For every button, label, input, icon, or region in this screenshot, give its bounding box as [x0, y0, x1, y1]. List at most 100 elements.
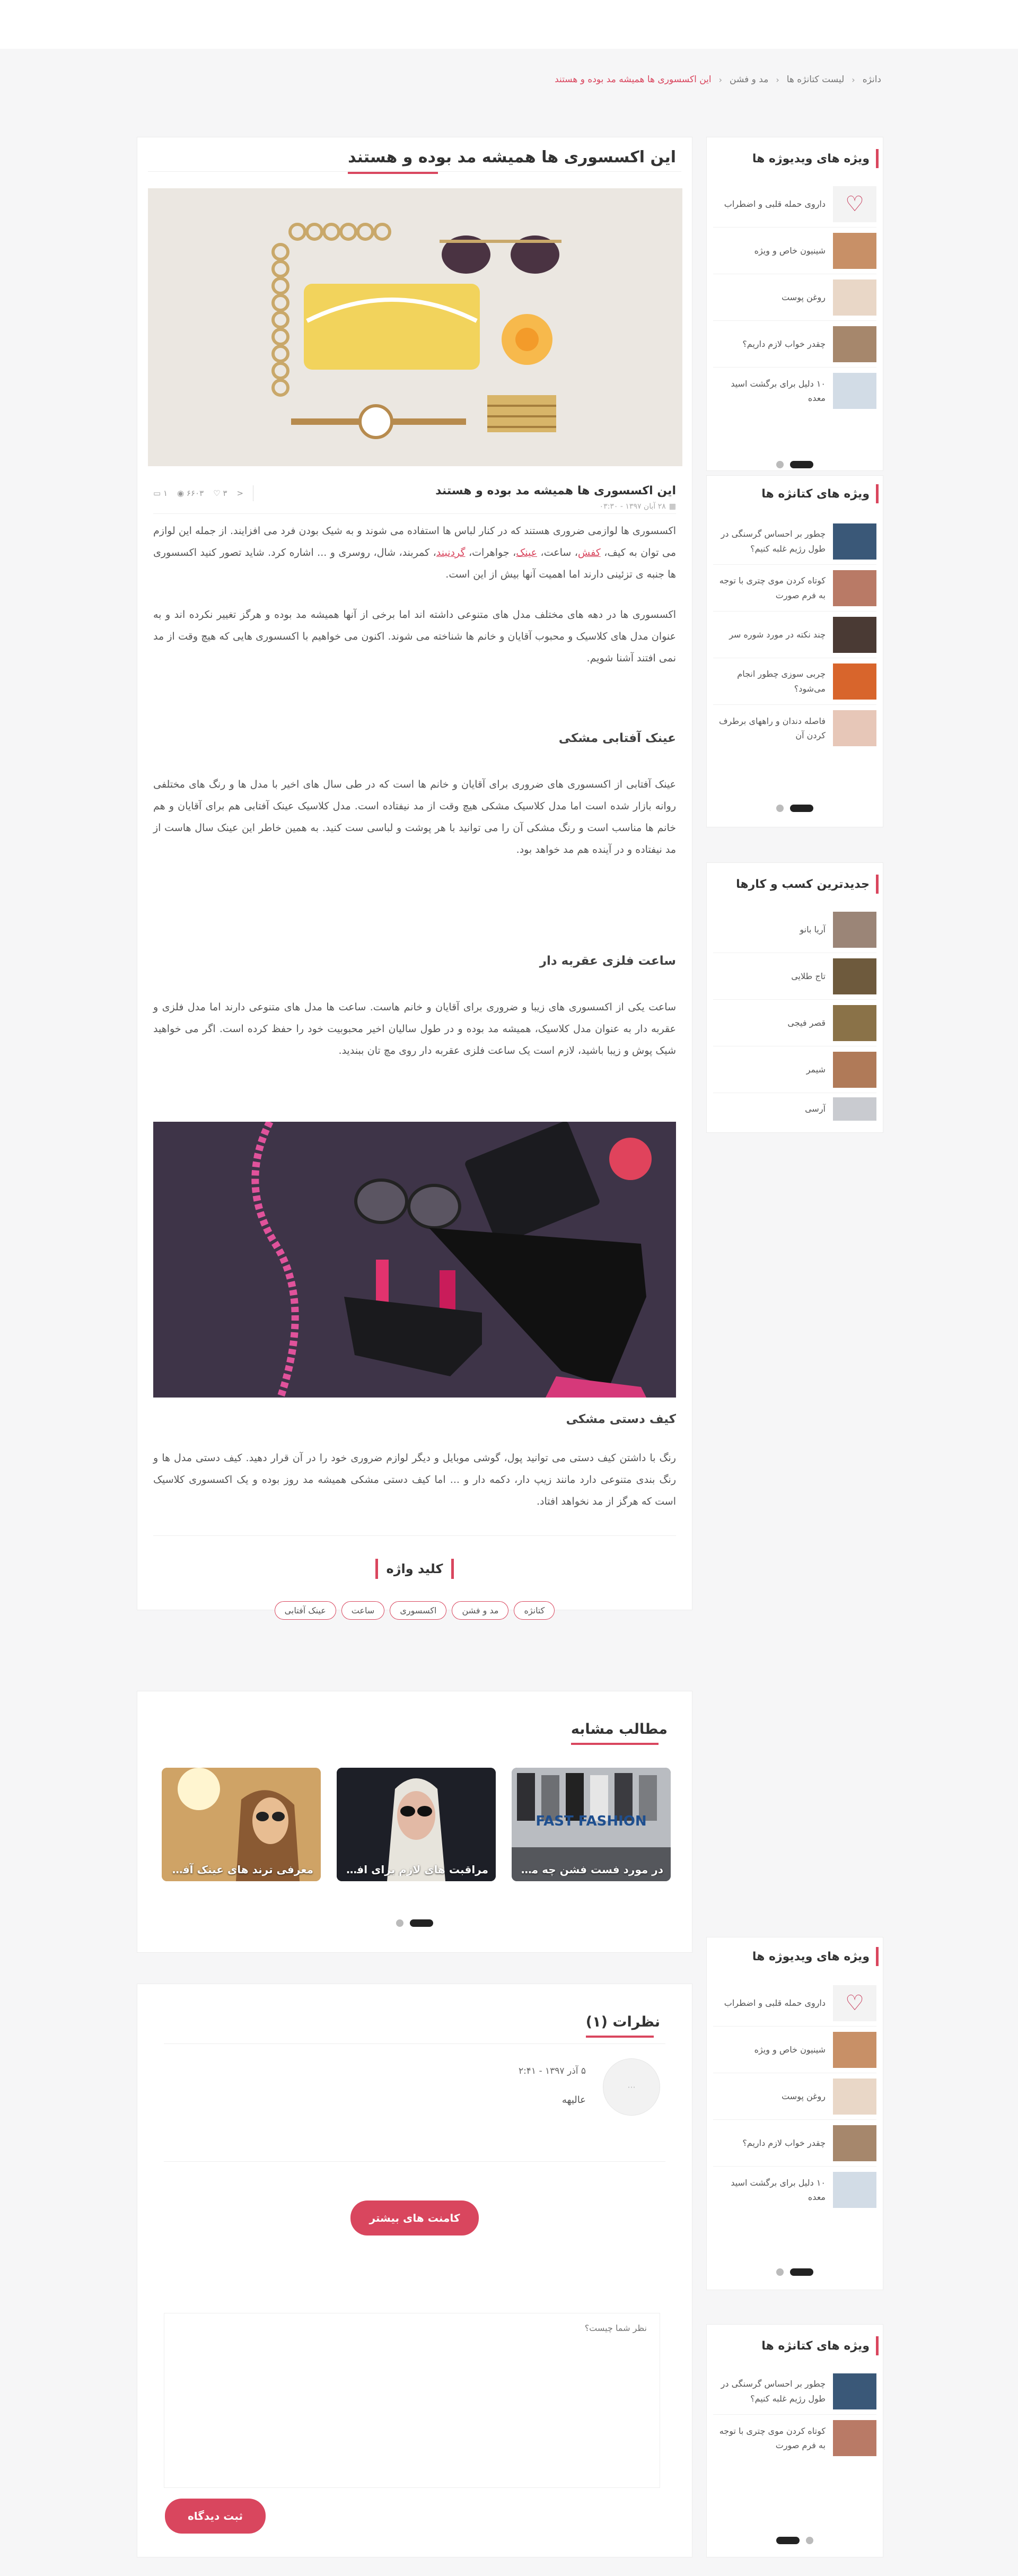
link-glasses[interactable]: عینک	[516, 547, 537, 558]
carousel-dot-active[interactable]	[790, 2268, 813, 2276]
views: ۶۶۰۳ ◉	[177, 488, 204, 498]
views-count: ۶۶۰۳	[186, 488, 204, 498]
sidebar-item[interactable]: چند نکته در مورد شوره سر	[713, 612, 876, 658]
share-icon[interactable]: <	[236, 488, 243, 498]
sidebar-item-label: چطور بر احساس گرسنگی در طول رژیم غلبه کن…	[721, 529, 826, 554]
sidebar-item-label: آرسی	[805, 1104, 826, 1114]
link-necklace[interactable]: گردنبند	[436, 547, 466, 558]
paragraph: عینک آفتابی از اکسسوری های ضروری برای آق…	[153, 779, 676, 855]
article-meta: این اکسسوری ها همیشه مد بوده و هستند ▦ ۲…	[153, 482, 676, 514]
heart-icon: ♡	[213, 488, 221, 498]
sidebar-item-label: کوتاه کردن موی چتری با توجه به فرم صورت	[719, 575, 826, 600]
carousel-dot[interactable]	[776, 805, 784, 812]
likes[interactable]: ۳ ♡	[213, 488, 227, 498]
related-item-title: معرفی ترند های عینک آفتا...	[169, 1863, 313, 1876]
related-item[interactable]: مراقبت های لازم برای افزای...	[337, 1768, 496, 1881]
carousel-dot-active[interactable]	[410, 1919, 433, 1927]
breadcrumb-home[interactable]: دانژه	[863, 74, 881, 85]
paragraph: رنگ با داشتن کیف دستی می توانید پول، گوش…	[153, 1452, 676, 1507]
paragraph-text: ، جواهرات،	[465, 546, 516, 558]
sidebar-item[interactable]: کوتاه کردن موی چتری با توجه به فرم صورت	[713, 565, 876, 612]
related-item[interactable]: معرفی ترند های عینک آفتا...	[162, 1768, 321, 1881]
carousel-dot-active[interactable]	[790, 461, 813, 468]
sidebar-item[interactable]: شیمر	[713, 1046, 876, 1093]
carousel-dot[interactable]	[776, 461, 784, 468]
thumbnail	[833, 326, 876, 362]
carousel-dot[interactable]	[806, 2537, 813, 2544]
sidebar-list: ♡ داروی حمله قلبی و اضطراب شینیون خاص و …	[713, 1980, 876, 2213]
carousel-dot[interactable]	[776, 2268, 784, 2276]
sidebar-item[interactable]: تاج طلایی	[713, 953, 876, 1000]
submit-comment-button[interactable]: ثبت دیدگاه	[165, 2499, 266, 2534]
title-underline	[571, 1743, 659, 1745]
sidebar-title: ویژه های ویدیوژه ها	[752, 149, 879, 168]
meta-stats: < ۳ ♡ ۶۶۰۳ ◉ ۱ ▭	[153, 485, 254, 501]
sidebar-item[interactable]: ۱۰ دلیل برای برگشت اسید معده	[713, 2167, 876, 2213]
article-card: این اکسسوری ها همیشه مد بوده و هستند این…	[137, 137, 692, 1620]
thumbnail	[833, 958, 876, 994]
more-comments-button[interactable]: کامنت های بیشتر	[350, 2200, 479, 2236]
paragraph: ساعت یکی از اکسسوری های زیبا و ضروری برا…	[153, 1001, 676, 1056]
comments-count: ۱	[163, 488, 168, 498]
sidebar-item[interactable]: شینیون خاص و ویژه	[713, 228, 876, 274]
accent-bar	[375, 1559, 378, 1579]
sidebar-item[interactable]: آریا بانو	[713, 906, 876, 953]
breadcrumb-list[interactable]: لیست کتانژه ها	[787, 74, 845, 85]
tag[interactable]: مد و فشن	[452, 1601, 509, 1620]
divider	[153, 1535, 676, 1536]
comments-count-wrap[interactable]: ۱ ▭	[153, 488, 168, 498]
sidebar-item[interactable]: چقدر خواب لازم داریم؟	[713, 321, 876, 368]
tag[interactable]: ساعت	[341, 1601, 385, 1620]
carousel-dot[interactable]	[396, 1919, 403, 1927]
keywords-heading: کلید واژه	[137, 1559, 692, 1579]
section-heading: عینک آفتابی مشکی	[558, 731, 676, 745]
title-underline	[348, 172, 438, 174]
paragraph: اکسسوری ها لوازمی ضروری هستند که در کنار…	[153, 520, 676, 586]
sidebar-item[interactable]: چربی سوزی چطور انجام می‌شود؟	[713, 658, 876, 705]
link-shoes[interactable]: کفش	[578, 547, 601, 558]
sidebar-list: آریا بانو تاج طلایی قصر فیجی شیمر آرسی	[713, 906, 876, 1125]
sidebar-title: ویژه های کتانژه ها	[761, 484, 879, 503]
sidebar-item[interactable]: روغن پوست	[713, 2073, 876, 2120]
section-heading: ساعت فلزی عقربه دار	[539, 954, 676, 968]
sidebar-item[interactable]: قصر فیجی	[713, 1000, 876, 1046]
sidebar-item[interactable]: ♡ داروی حمله قلبی و اضطراب	[713, 181, 876, 228]
paragraph: اکسسوری ها در دهه های مختلف مدل های متنو…	[153, 609, 676, 664]
thumbnail	[833, 710, 876, 746]
sidebar-item-label: چند نکته در مورد شوره سر	[729, 629, 826, 640]
breadcrumb-category[interactable]: مد و فشن	[730, 74, 768, 85]
comment-textarea[interactable]	[164, 2313, 660, 2487]
sidebar-title: جدیدترین کسب و کارها	[736, 875, 879, 894]
carousel-dot-active[interactable]	[790, 805, 813, 812]
sidebar-item[interactable]: فاصله دندان و راههای برطرف کردن آن	[713, 705, 876, 752]
sidebar-item[interactable]: شینیون خاص و ویژه	[713, 2027, 876, 2073]
meta-title: این اکسسوری ها همیشه مد بوده و هستند	[435, 484, 676, 497]
sidebar-item-label: روغن پوست	[782, 292, 826, 302]
chevron-left-icon: ‹	[718, 74, 723, 85]
comments-title: نظرات (۱)	[585, 2014, 660, 2030]
sidebar-title-text: ویژه های ویدیوژه ها	[752, 152, 870, 165]
sidebar-item[interactable]: چطور بر احساس گرسنگی در طول رژیم غلبه کن…	[713, 518, 876, 565]
sidebar-item[interactable]: چقدر خواب لازم داریم؟	[713, 2120, 876, 2167]
heart-icon: ♡	[833, 1985, 876, 2021]
sidebar-item[interactable]: روغن پوست	[713, 274, 876, 321]
tag[interactable]: اکسسوری	[390, 1601, 447, 1620]
related-item[interactable]: FAST FASHION در مورد فست فشن چه می...	[512, 1768, 671, 1881]
related-posts-card: مطالب مشابه FAST FASHION در مورد فست فشن…	[137, 1691, 692, 1953]
tag[interactable]: کتانژه	[514, 1601, 555, 1620]
sidebar-item[interactable]: چطور بر احساس گرسنگی در طول رژیم غلبه کن…	[713, 2368, 876, 2415]
keywords-title: کلید واژه	[386, 1561, 443, 1576]
carousel-dot-active[interactable]	[776, 2537, 800, 2544]
sidebar-videos-card-2: ویژه های ویدیوژه ها ♡ داروی حمله قلبی و …	[706, 1937, 883, 2290]
sidebar-title: ویژه های کتانژه ها	[761, 2336, 879, 2355]
sidebar-item[interactable]: آرسی	[713, 1093, 876, 1125]
heels-flatlay-illustration	[153, 1122, 676, 1398]
sidebar-business-card: جدیدترین کسب و کارها آریا بانو تاج طلایی…	[706, 862, 883, 1133]
sidebar-item[interactable]: ♡ داروی حمله قلبی و اضطراب	[713, 1980, 876, 2027]
title-underline	[585, 2036, 654, 2038]
sidebar-item[interactable]: کوتاه کردن موی چتری با توجه به فرم صورت	[713, 2415, 876, 2461]
sidebar-item[interactable]: ۱۰ دلیل برای برگشت اسید معده	[713, 368, 876, 414]
comment-text: عالیهه	[561, 2094, 586, 2106]
sidebar-list: چطور بر احساس گرسنگی در طول رژیم غلبه کن…	[713, 518, 876, 752]
tag[interactable]: عینک آفتابی	[274, 1601, 336, 1620]
